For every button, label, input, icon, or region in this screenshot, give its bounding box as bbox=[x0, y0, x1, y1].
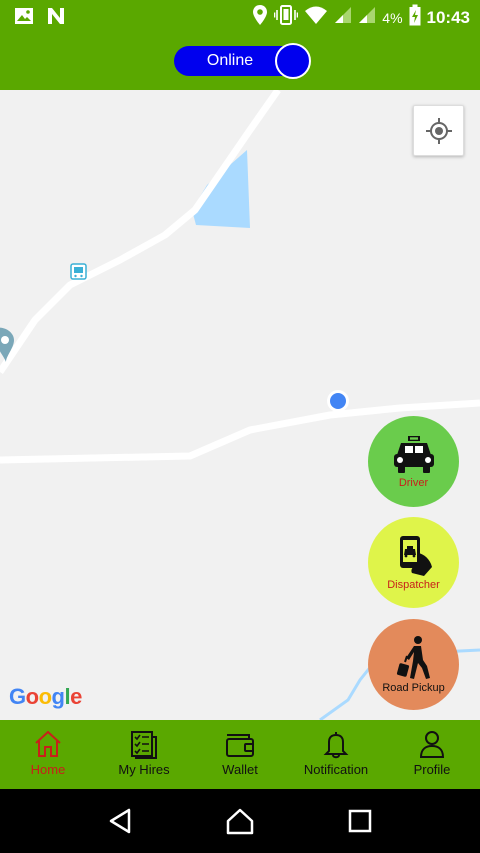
status-time: 10:43 bbox=[426, 7, 470, 27]
walking-luggage-icon bbox=[396, 635, 430, 679]
system-navigation-bar bbox=[0, 789, 480, 853]
online-toggle[interactable]: Online bbox=[174, 43, 311, 79]
nav-label-home: Home bbox=[30, 762, 66, 777]
google-logo: Google bbox=[9, 684, 82, 709]
driver-label: Driver bbox=[398, 476, 429, 489]
map-road-diagonal bbox=[0, 90, 281, 374]
image-icon bbox=[14, 7, 34, 30]
dispatcher-label: Dispatcher bbox=[387, 578, 440, 591]
status-bar: 4% 10:43 bbox=[0, 0, 480, 34]
top-app-bar: Online bbox=[0, 34, 480, 90]
nav-label-notification: Notification bbox=[303, 762, 369, 777]
profile-icon bbox=[419, 731, 445, 758]
location-icon bbox=[252, 4, 268, 31]
bus-stop-icon bbox=[70, 263, 87, 280]
bottom-navigation: Home My Hires Wallet Notification Profil… bbox=[0, 720, 480, 789]
online-toggle-knob[interactable] bbox=[275, 43, 311, 79]
nav-item-wallet[interactable]: Wallet bbox=[192, 720, 288, 789]
phone-driver-icon bbox=[399, 535, 432, 576]
wallet-icon bbox=[226, 734, 254, 757]
battery-charging-icon bbox=[409, 4, 421, 31]
map-water-area bbox=[192, 150, 250, 228]
back-triangle-icon bbox=[109, 808, 131, 834]
nav-item-home[interactable]: Home bbox=[0, 720, 96, 789]
status-right-icons: 4% 10:43 bbox=[252, 4, 470, 31]
nav-item-my-hires[interactable]: My Hires bbox=[96, 720, 192, 789]
signal-icon bbox=[334, 6, 352, 29]
my-location-button[interactable] bbox=[413, 105, 464, 156]
recents-button[interactable] bbox=[340, 801, 380, 841]
home-outline-icon bbox=[226, 808, 254, 835]
road-pickup-button[interactable]: Road Pickup bbox=[368, 619, 459, 710]
nav-item-profile[interactable]: Profile bbox=[384, 720, 480, 789]
nav-label-wallet: Wallet bbox=[222, 762, 258, 777]
current-location-marker bbox=[327, 390, 349, 412]
battery-percent: 4% bbox=[382, 9, 403, 26]
driver-button[interactable]: Driver bbox=[368, 416, 459, 507]
online-toggle-label: Online bbox=[206, 52, 254, 69]
nav-label-profile: Profile bbox=[413, 762, 451, 777]
dispatcher-button[interactable]: Dispatcher bbox=[368, 517, 459, 608]
back-button[interactable] bbox=[100, 801, 140, 841]
road-pickup-label: Road Pickup bbox=[382, 681, 445, 694]
signal-icon bbox=[358, 6, 376, 29]
wifi-icon bbox=[304, 5, 328, 30]
home-system-button[interactable] bbox=[220, 801, 260, 841]
n-app-icon bbox=[46, 6, 66, 31]
status-left-icons bbox=[14, 6, 66, 31]
nav-item-notification[interactable]: Notification bbox=[288, 720, 384, 789]
home-icon bbox=[35, 730, 61, 757]
nav-label-my-hires: My Hires bbox=[118, 762, 170, 777]
crosshair-icon bbox=[425, 117, 452, 144]
square-icon bbox=[348, 809, 372, 833]
vibrate-icon bbox=[273, 4, 299, 31]
hires-icon bbox=[131, 731, 157, 759]
taxi-icon bbox=[393, 435, 434, 473]
bell-icon bbox=[323, 732, 349, 759]
